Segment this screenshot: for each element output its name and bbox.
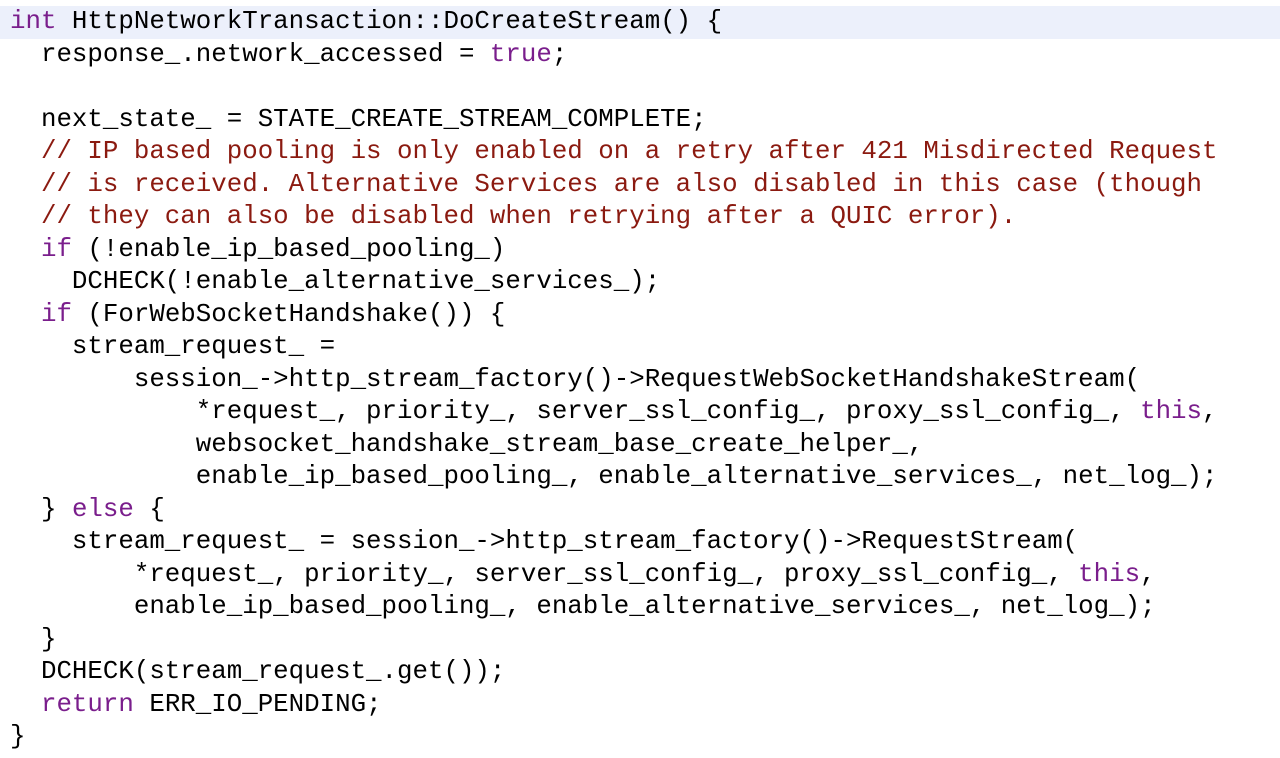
code-line: // they can also be disabled when retryi… xyxy=(0,201,1280,234)
code-viewer: int HttpNetworkTransaction::DoCreateStre… xyxy=(0,6,1280,754)
code-line: if (!enable_ip_based_pooling_) xyxy=(0,234,1280,267)
code-text: session_->http_stream_factory()->Request… xyxy=(10,364,1141,394)
code-text: } xyxy=(10,494,72,524)
code-keyword: if xyxy=(40,299,72,329)
code-keyword: int xyxy=(10,7,57,36)
code-keyword: this xyxy=(1140,397,1203,426)
code-keyword: else xyxy=(71,494,134,524)
code-text: enable_ip_based_pooling_, enable_alterna… xyxy=(10,592,1156,621)
code-text: DCHECK(stream_request_.get()); xyxy=(10,657,506,686)
code-text: , xyxy=(1202,397,1218,426)
code-text: DCHECK(!enable_alternative_services_); xyxy=(10,267,661,296)
code-line: *request_, priority_, server_ssl_config_… xyxy=(0,559,1280,592)
code-text: { xyxy=(133,494,165,524)
code-line: enable_ip_based_pooling_, enable_alterna… xyxy=(0,461,1280,494)
code-text: ERR_IO_PENDING; xyxy=(133,689,382,719)
code-line: stream_request_ = session_->http_stream_… xyxy=(0,526,1280,559)
code-line: response_.network_accessed = true; xyxy=(0,39,1280,72)
code-line: *request_, priority_, server_ssl_config_… xyxy=(0,396,1280,429)
code-text: *request_, priority_, server_ssl_config_… xyxy=(10,559,1079,589)
code-line: websocket_handshake_stream_base_create_h… xyxy=(0,429,1280,462)
code-keyword: this xyxy=(1078,559,1141,589)
code-text: enable_ip_based_pooling_, enable_alterna… xyxy=(10,462,1218,491)
code-text: } xyxy=(10,722,26,751)
code-text: ; xyxy=(551,39,568,69)
code-text: websocket_handshake_stream_base_create_h… xyxy=(10,429,924,459)
code-line: } else { xyxy=(0,494,1280,527)
code-text: (ForWebSocketHandshake()) { xyxy=(71,299,506,329)
code-keyword: return xyxy=(40,689,134,719)
code-text: next_state_ = STATE_CREATE_STREAM_COMPLE… xyxy=(10,104,707,134)
code-line: return ERR_IO_PENDING; xyxy=(0,689,1280,722)
code-text: , xyxy=(1140,559,1156,589)
code-keyword: if xyxy=(40,234,72,264)
code-comment: // they can also be disabled when retryi… xyxy=(10,202,1017,231)
code-comment: // IP based pooling is only enabled on a… xyxy=(10,137,1218,166)
code-line: session_->http_stream_factory()->Request… xyxy=(0,364,1280,397)
code-text: response_.network_accessed = xyxy=(10,39,490,69)
code-keyword: true xyxy=(489,39,552,69)
code-line: enable_ip_based_pooling_, enable_alterna… xyxy=(0,591,1280,624)
code-line: next_state_ = STATE_CREATE_STREAM_COMPLE… xyxy=(0,104,1280,137)
code-text: stream_request_ = session_->http_stream_… xyxy=(10,527,1079,556)
code-text: (!enable_ip_based_pooling_) xyxy=(71,234,506,264)
code-line: DCHECK(!enable_alternative_services_); xyxy=(0,266,1280,299)
code-text: HttpNetworkTransaction::DoCreateStream()… xyxy=(56,7,723,36)
code-text: stream_request_ = xyxy=(10,332,336,361)
code-text: } xyxy=(10,624,57,654)
code-line: int HttpNetworkTransaction::DoCreateStre… xyxy=(0,6,1280,39)
code-comment: // is received. Alternative Services are… xyxy=(10,169,1203,199)
code-line: } xyxy=(0,721,1280,754)
code-line: DCHECK(stream_request_.get()); xyxy=(0,656,1280,689)
code-line: stream_request_ = xyxy=(0,331,1280,364)
code-line: if (ForWebSocketHandshake()) { xyxy=(0,299,1280,332)
code-line: } xyxy=(0,624,1280,657)
code-text: *request_, priority_, server_ssl_config_… xyxy=(10,397,1141,426)
code-line: // is received. Alternative Services are… xyxy=(0,169,1280,202)
code-line: // IP based pooling is only enabled on a… xyxy=(0,136,1280,169)
